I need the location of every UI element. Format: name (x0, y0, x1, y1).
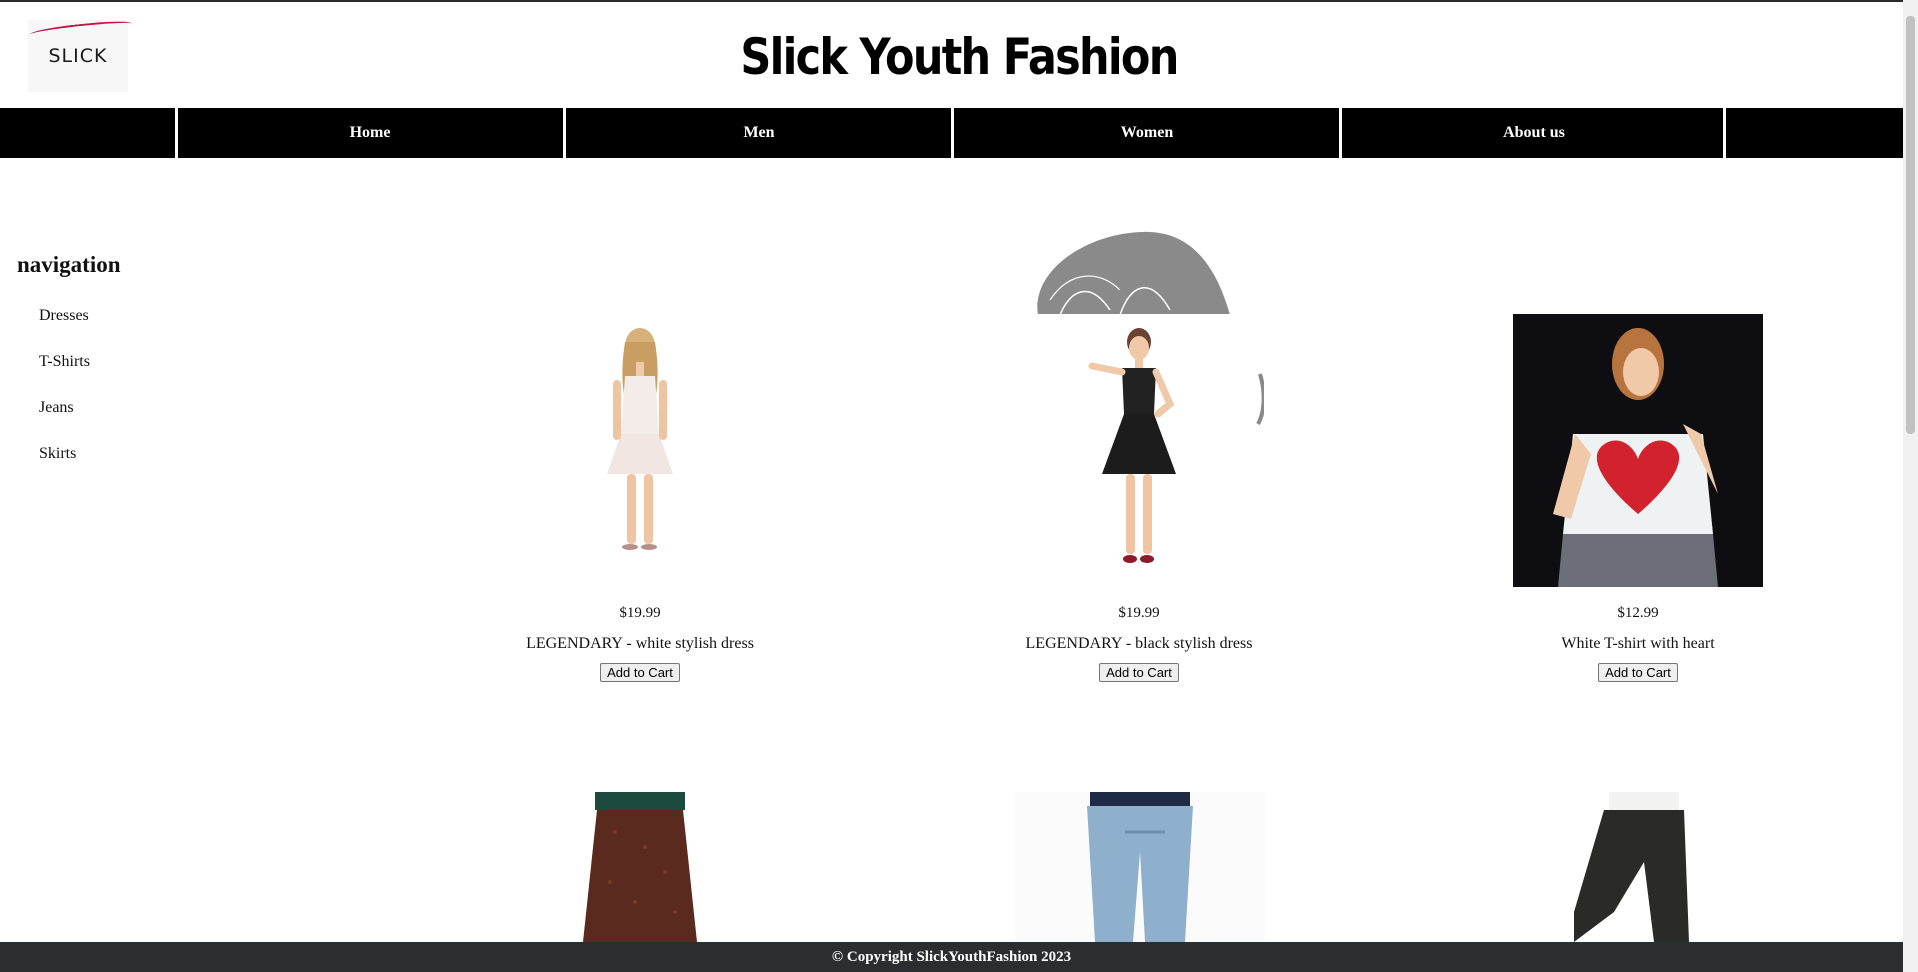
site-title: Slick Youth Fashion (740, 28, 1179, 86)
logo-swoosh (29, 18, 133, 40)
product-price: $19.99 (1118, 605, 1160, 621)
product-image-trousers[interactable] (1514, 792, 1764, 942)
hair-overlay-image (1037, 231, 1230, 315)
vertical-scrollbar[interactable] (1903, 0, 1918, 972)
scrollbar-thumb[interactable] (1906, 16, 1915, 434)
add-to-cart-button[interactable]: Add to Cart (600, 663, 680, 682)
product-card: $12.99 White T-shirt with heart Add to C… (1473, 314, 1803, 682)
main-nav: Home Men Women About us (0, 108, 1918, 158)
product-image-black-dress[interactable] (1014, 314, 1264, 587)
sidebar-item-jeans[interactable]: Jeans (39, 392, 90, 438)
top-border (0, 0, 1918, 2)
logo-text: SLICK (48, 45, 108, 67)
product-card: $19.99 LEGENDARY - black stylish dress A… (974, 314, 1304, 682)
product-name: White T-shirt with heart (1561, 635, 1715, 652)
nav-about-us[interactable]: About us (1342, 108, 1726, 158)
product-price: $12.99 (1617, 605, 1659, 621)
product-image-white-dress[interactable] (515, 314, 765, 587)
sidebar-nav: Dresses T-Shirts Jeans Skirts (39, 300, 90, 484)
nav-women[interactable]: Women (954, 108, 1340, 158)
sidebar-item-dresses[interactable]: Dresses (39, 300, 90, 346)
page-footer: © Copyright SlickYouthFashion 2023 (0, 942, 1903, 972)
product-image-heart-tshirt[interactable] (1513, 314, 1763, 587)
sidebar-item-skirts[interactable]: Skirts (39, 438, 90, 484)
sidebar-item-t-shirts[interactable]: T-Shirts (39, 346, 90, 392)
product-name: LEGENDARY - black stylish dress (1025, 635, 1253, 652)
add-to-cart-button[interactable]: Add to Cart (1099, 663, 1179, 682)
product-name: LEGENDARY - white stylish dress (526, 635, 754, 652)
nav-men[interactable]: Men (566, 108, 952, 158)
nav-divider (1723, 108, 1726, 158)
product-card: $19.99 LEGENDARY - white stylish dress A… (475, 314, 805, 682)
product-image-skirt[interactable] (515, 792, 765, 942)
product-image-jeans[interactable] (1015, 792, 1265, 942)
product-price: $19.99 (619, 605, 661, 621)
site-logo[interactable]: SLICK (28, 18, 133, 92)
nav-home[interactable]: Home (178, 108, 562, 158)
add-to-cart-button[interactable]: Add to Cart (1598, 663, 1678, 682)
sidebar-heading: navigation (17, 252, 121, 277)
